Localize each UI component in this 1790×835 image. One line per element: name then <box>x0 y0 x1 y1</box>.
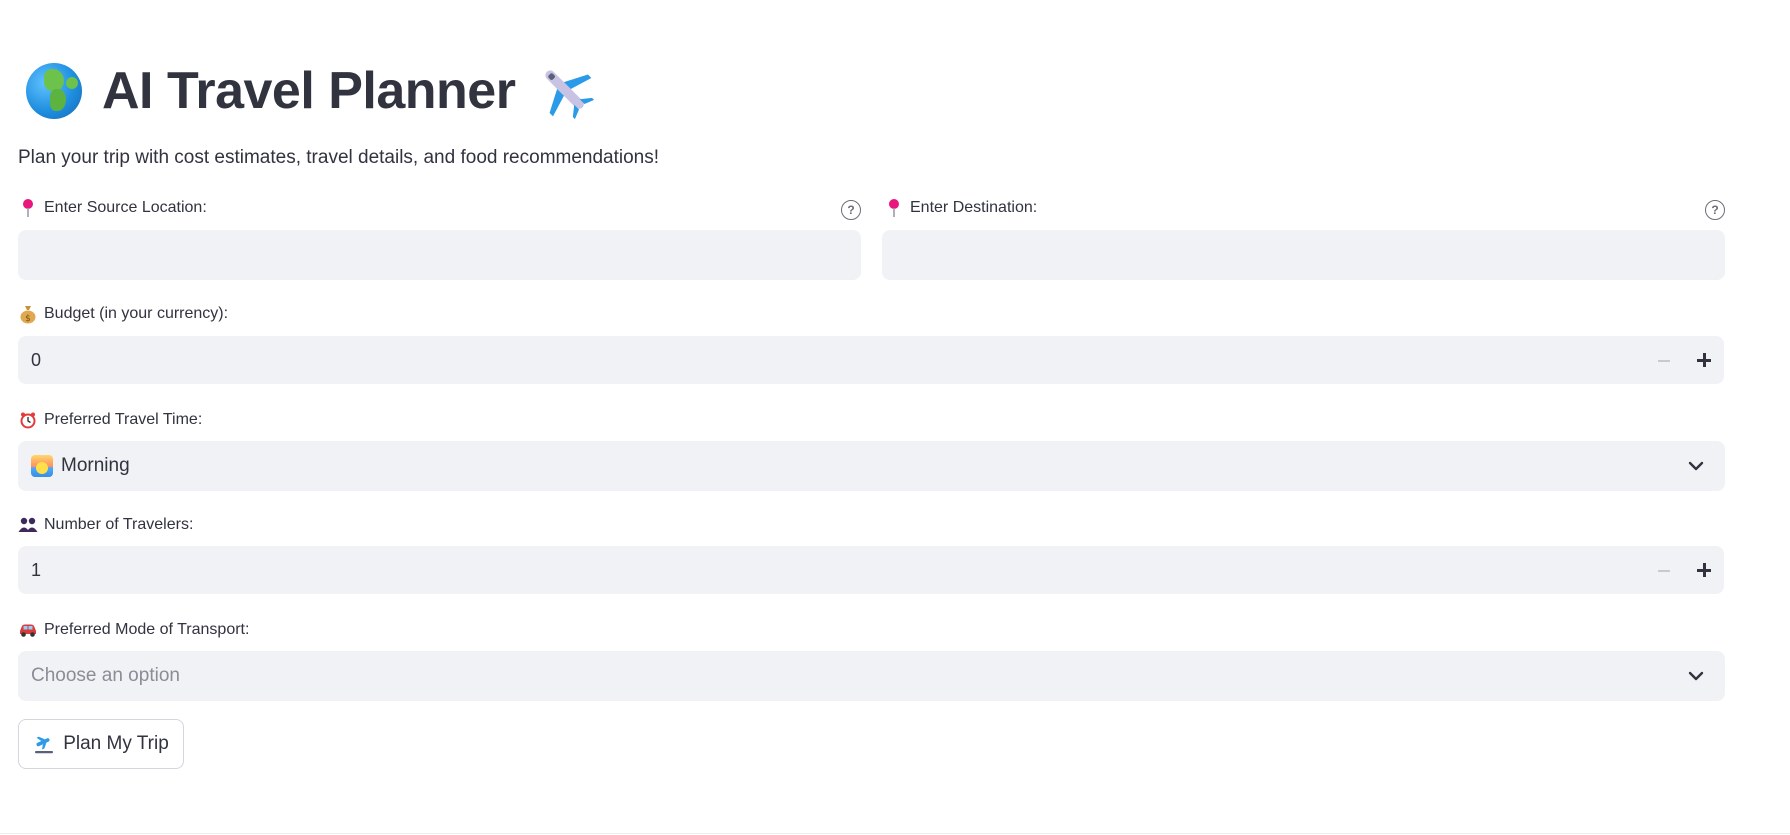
sunrise-icon <box>31 455 53 477</box>
footer-divider <box>0 833 1790 834</box>
destination-label: Enter Destination: <box>884 198 1037 218</box>
budget-label: $ Budget (in your currency): <box>18 304 228 324</box>
travelers-increment-button[interactable] <box>1697 563 1711 577</box>
money-bag-icon: $ <box>18 304 38 324</box>
page-header: AI Travel Planner <box>26 58 597 124</box>
budget-number-input[interactable]: 0 <box>18 336 1724 384</box>
travelers-decrement-button[interactable] <box>1658 570 1670 572</box>
chevron-down-icon[interactable] <box>1687 457 1705 475</box>
alarm-clock-icon <box>18 410 38 430</box>
pushpin-icon <box>18 198 38 218</box>
people-icon <box>18 515 38 535</box>
travel-time-selected-value: Morning <box>61 455 130 476</box>
app-root: AI Travel Planner Plan your trip with co… <box>0 0 1790 835</box>
page-title: AI Travel Planner <box>102 62 516 120</box>
pushpin-icon <box>884 198 904 218</box>
transport-select[interactable]: Choose an option <box>18 651 1725 701</box>
budget-decrement-button[interactable] <box>1658 360 1670 362</box>
question-circle-icon[interactable]: ? <box>841 200 861 220</box>
source-location-label: Enter Source Location: <box>18 198 207 218</box>
transport-label: Preferred Mode of Transport: <box>18 620 249 640</box>
source-location-input[interactable] <box>18 230 861 280</box>
globe-emoji-icon <box>26 63 82 119</box>
transport-placeholder: Choose an option <box>31 665 180 686</box>
plan-my-trip-button[interactable]: Plan My Trip <box>18 719 184 769</box>
svg-text:$: $ <box>25 314 31 324</box>
travelers-number-input[interactable]: 1 <box>18 546 1724 594</box>
car-icon <box>18 620 38 640</box>
page-subtitle: Plan your trip with cost estimates, trav… <box>18 147 660 168</box>
travel-time-label: Preferred Travel Time: <box>18 410 202 430</box>
chevron-down-icon[interactable] <box>1687 667 1705 685</box>
question-circle-icon[interactable]: ? <box>1705 200 1725 220</box>
destination-input[interactable] <box>882 230 1725 280</box>
travelers-label: Number of Travelers: <box>18 515 193 535</box>
airplane-departure-icon <box>35 736 54 754</box>
budget-increment-button[interactable] <box>1697 353 1711 367</box>
airplane-emoji-icon <box>545 70 595 120</box>
travel-time-select[interactable]: Morning <box>18 441 1725 491</box>
